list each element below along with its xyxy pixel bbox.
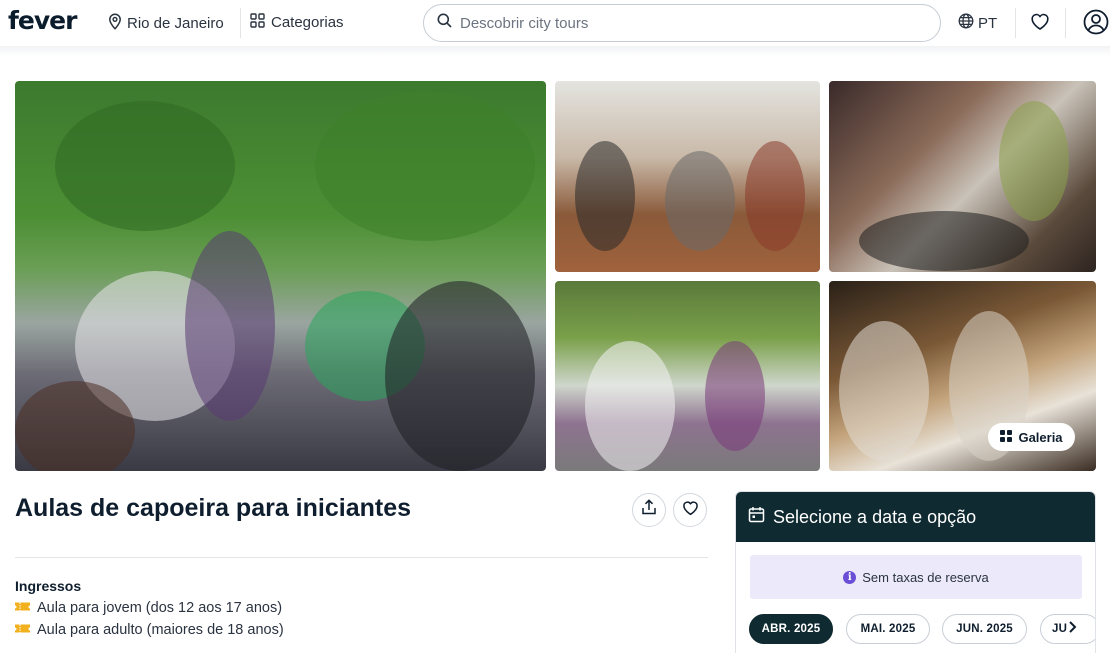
notice-text: Sem taxas de reserva (862, 569, 989, 585)
grid-icon (250, 13, 265, 32)
booking-heading: Selecione a data e opção (773, 506, 977, 527)
month-tab-jun-2025[interactable]: JUN. 2025 (942, 614, 1027, 644)
calendar-icon (748, 506, 765, 528)
categories-button[interactable]: Categorias (250, 13, 344, 32)
globe-icon (958, 13, 974, 33)
photo-roda-graffiti[interactable] (829, 81, 1096, 272)
info-icon: i (843, 570, 857, 584)
search-icon (437, 13, 452, 33)
search-input[interactable] (460, 14, 900, 32)
categories-label: Categorias (271, 14, 344, 31)
chevron-right-icon (1067, 621, 1077, 638)
event-title: Aulas de capoeira para iniciantes (15, 494, 411, 522)
share-button[interactable] (632, 493, 666, 527)
booking-header: Selecione a data e opção (736, 492, 1095, 542)
month-tab-mai-2025[interactable]: MAI. 2025 (846, 614, 930, 644)
ticket-item: Aula para jovem (dos 12 aos 17 anos) (15, 600, 282, 616)
header-shadow (0, 46, 1110, 56)
search-bar[interactable] (423, 4, 941, 42)
main-photo-capoeira-class[interactable] (15, 81, 546, 471)
top-nav: fever Rio de Janeiro Categorias PT (0, 0, 1110, 46)
photo-indoor-class[interactable] (555, 81, 820, 272)
no-fees-notice: i Sem taxas de reserva (750, 555, 1082, 599)
language-label: PT (978, 14, 998, 32)
fever-logo[interactable]: fever (8, 6, 77, 35)
grid-icon (1000, 429, 1013, 445)
heart-icon (1030, 13, 1050, 35)
section-divider (15, 557, 708, 558)
favorites-button[interactable] (1030, 12, 1050, 36)
divider (1065, 8, 1066, 38)
ticket-label: Aula para adulto (maiores de 18 anos) (37, 622, 284, 638)
location-pin-icon (108, 13, 122, 34)
location-label: Rio de Janeiro (127, 15, 224, 32)
ticket-item: Aula para adulto (maiores de 18 anos) (15, 622, 284, 638)
ticket-icon (15, 600, 30, 616)
user-icon (1083, 9, 1109, 39)
gallery-button[interactable]: Galeria (988, 423, 1075, 451)
booking-panel: Selecione a data e opção i Sem taxas de … (735, 491, 1096, 653)
month-tab-abr-2025[interactable]: ABR. 2025 (749, 614, 833, 644)
ticket-icon (15, 622, 30, 638)
share-icon (641, 499, 657, 521)
photo-outdoor-class[interactable] (555, 281, 820, 471)
divider (240, 8, 241, 38)
next-months-button[interactable] (1067, 620, 1077, 639)
language-selector[interactable]: PT (958, 13, 997, 33)
gallery-label: Galeria (1018, 429, 1063, 445)
ticket-label: Aula para jovem (dos 12 aos 17 anos) (37, 600, 283, 616)
divider (1015, 8, 1016, 38)
tickets-heading: Ingressos (15, 578, 82, 594)
heart-icon (682, 500, 699, 521)
location-selector[interactable]: Rio de Janeiro (108, 13, 224, 34)
user-account-button[interactable] (1083, 9, 1109, 40)
favorite-button[interactable] (673, 493, 707, 527)
